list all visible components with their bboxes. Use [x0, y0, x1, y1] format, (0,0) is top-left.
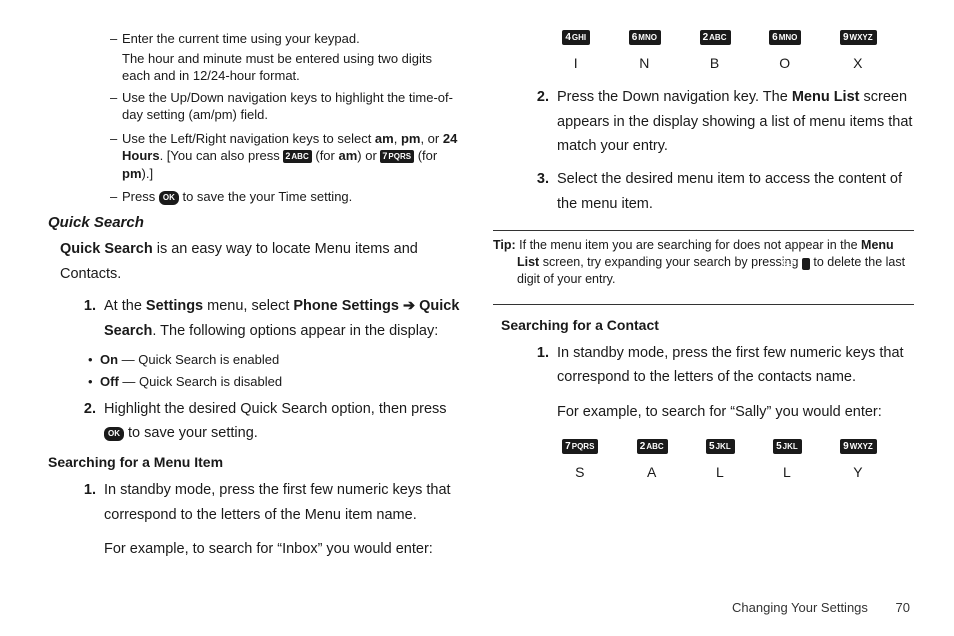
quick-search-intro: Quick Search is an easy way to locate Me… [60, 237, 461, 286]
bullet-text: Use the Left/Right navigation keys to se… [122, 131, 457, 181]
keypad-2-icon: 2ABC [700, 30, 731, 45]
tip-block: Tip: If the menu item you are searching … [493, 235, 914, 290]
keypad-2-icon: 2ABC [637, 439, 668, 454]
key-row-inbox: 4GHII 6MNON 2ABCB 6MNOO 9WXYZX [543, 30, 896, 71]
step-1: At the Settings menu, select Phone Setti… [100, 294, 461, 343]
searching-menu-heading: Searching for a Menu Item [48, 454, 461, 470]
keypad-4-icon: 4GHI [562, 30, 590, 45]
keypad-5-icon: 5JKL [773, 439, 802, 454]
step-1-menu: In standby mode, press the first few num… [100, 478, 461, 562]
step-2: Highlight the desired Quick Search optio… [100, 397, 461, 446]
page-footer: Changing Your Settings 70 [732, 600, 910, 615]
keypad-9-icon: 9WXYZ [840, 30, 877, 45]
keypad-9-icon: 9WXYZ [840, 439, 877, 454]
example-text: For example, to search for “Sally” you w… [557, 400, 914, 425]
bullet-text: Use the Up/Down navigation keys to highl… [122, 90, 453, 123]
step-2-menu: Press the Down navigation key. The Menu … [553, 85, 914, 159]
keypad-5-icon: 5JKL [706, 439, 735, 454]
step-1-contact: In standby mode, press the first few num… [553, 341, 914, 425]
step-3-menu: Select the desired menu item to access t… [553, 167, 914, 216]
quick-search-heading: Quick Search [48, 214, 461, 231]
clr-icon: CLR [802, 258, 810, 270]
key-row-sally: 7PQRSS 2ABCA 5JKLL 5JKLL 9WXYZY [543, 439, 896, 480]
divider [493, 304, 914, 305]
ok-icon: OK [159, 191, 179, 205]
page-number: 70 [896, 600, 910, 615]
searching-contact-heading: Searching for a Contact [501, 317, 914, 333]
bullet-text: Enter the current time using your keypad… [122, 31, 360, 46]
keypad-2-icon: 2ABC [283, 150, 311, 163]
bullet-continuation: The hour and minute must be entered usin… [122, 50, 461, 85]
ok-icon: OK [104, 427, 124, 441]
keypad-7-icon: 7PQRS [562, 439, 598, 454]
example-text: For example, to search for “Inbox” you w… [104, 537, 461, 562]
keypad-6-icon: 6MNO [769, 30, 801, 45]
footer-section: Changing Your Settings [732, 600, 868, 615]
divider [493, 230, 914, 231]
keypad-6-icon: 6MNO [629, 30, 661, 45]
keypad-7-icon: 7PQRS [380, 150, 414, 163]
bullet-text: Press OK to save the your Time setting. [122, 189, 352, 204]
